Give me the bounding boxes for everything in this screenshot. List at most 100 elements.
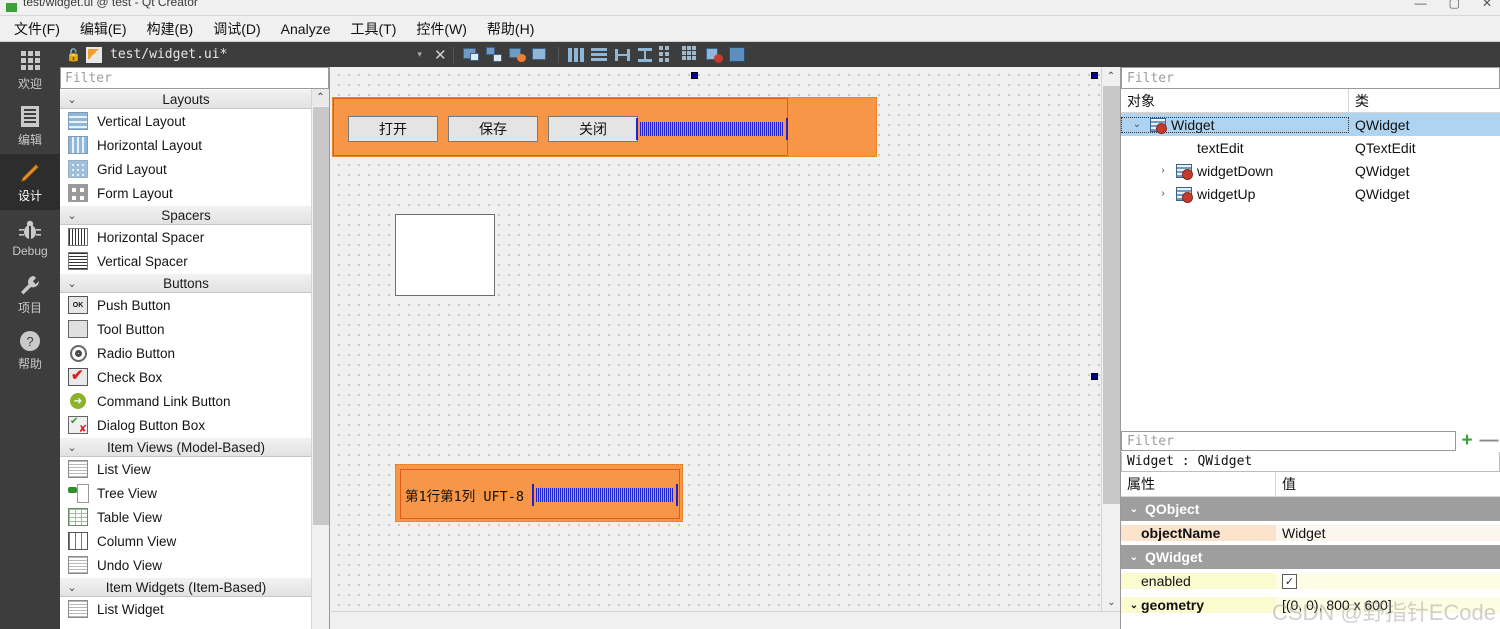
mode-grid[interactable]: 欢迎 [0, 42, 60, 98]
close-document-button[interactable]: ✕ [434, 46, 447, 64]
chevron-down-icon[interactable]: ▾ [417, 49, 422, 60]
widget-item-list-view[interactable]: List View [60, 457, 312, 481]
edit-tab-order-icon[interactable] [531, 46, 550, 64]
chevron-down-icon[interactable]: ⌄ [60, 209, 84, 222]
layout-horizontal-icon[interactable] [567, 46, 586, 64]
menu-analyze[interactable]: Analyze [271, 18, 341, 40]
property-row[interactable]: objectName Widget [1121, 521, 1500, 545]
tree-twisty-icon[interactable]: › [1155, 188, 1171, 199]
property-table-rows[interactable]: ⌄ QObject objectName Widget ⌄ QWidget enabled ✓… [1121, 497, 1500, 617]
object-tree-rows[interactable]: ⌄ Widget QWidget textEdit QTextEdit › widgetDo… [1121, 113, 1500, 205]
widget-item-undo-view[interactable]: Undo View [60, 553, 312, 577]
widget-item-table-view[interactable]: Table View [60, 505, 312, 529]
layout-splitter-vertical-icon[interactable] [636, 46, 655, 64]
widget-up-container[interactable]: 打开 保存 关闭 [332, 97, 877, 157]
canvas-horizontal-scrollbar[interactable] [331, 611, 1120, 629]
property-twisty-icon[interactable]: ⌄ [1127, 504, 1141, 515]
property-group-row[interactable]: ⌄ QWidget [1121, 545, 1500, 569]
minimize-button[interactable]: — [1415, 0, 1427, 10]
adjust-size-icon[interactable] [728, 46, 747, 64]
add-property-button[interactable]: + [1456, 430, 1478, 452]
object-tree-filter-input[interactable]: Filter [1121, 67, 1500, 89]
widget-item-check-box[interactable]: Check Box [60, 365, 312, 389]
scroll-up-icon[interactable]: ⌃ [312, 89, 329, 106]
enabled-checkbox[interactable]: ✓ [1282, 573, 1297, 589]
menu-edit[interactable]: 编辑(E) [70, 16, 137, 42]
layout-form-icon[interactable] [658, 45, 678, 64]
object-tree-row[interactable]: › widgetUp QWidget [1121, 182, 1500, 205]
canvas-scroll-down-icon[interactable]: ⌄ [1102, 593, 1121, 611]
object-tree-row[interactable]: ⌄ Widget QWidget [1121, 113, 1500, 136]
menu-build[interactable]: 构建(B) [137, 16, 204, 42]
property-filter-input[interactable]: Filter [1121, 431, 1456, 451]
edit-signals-icon[interactable] [485, 46, 504, 64]
widget-item-vertical-spacer[interactable]: Vertical Spacer [60, 249, 312, 273]
window-controls[interactable]: — ▢ ✕ [1415, 0, 1492, 10]
chevron-down-icon[interactable]: ⌄ [60, 93, 84, 106]
menu-file[interactable]: 文件(F) [4, 16, 70, 42]
property-row[interactable]: enabled ✓ [1121, 569, 1500, 593]
close-button-form[interactable]: 关闭 [548, 116, 638, 142]
edit-widgets-icon[interactable] [462, 46, 481, 64]
widget-item-command-link-button[interactable]: Command Link Button [60, 389, 312, 413]
text-edit-widget[interactable] [395, 214, 495, 296]
selection-handle-right[interactable] [1091, 373, 1098, 380]
layout-splitter-horizontal-icon[interactable] [613, 46, 632, 64]
widget-category-layouts[interactable]: ⌄ Layouts [60, 89, 312, 109]
widget-item-column-view[interactable]: Column View [60, 529, 312, 553]
widget-box-filter-input[interactable]: Filter [60, 67, 329, 89]
save-button[interactable]: 保存 [448, 116, 538, 142]
mode-wrench[interactable]: 项目 [0, 266, 60, 322]
widget-box-scrollbar[interactable]: ⌃ [311, 89, 329, 629]
menu-debug[interactable]: 调试(D) [203, 16, 270, 42]
form-canvas[interactable]: 打开 保存 关闭 第1行第1列 UFT-8 [331, 67, 1101, 611]
tree-twisty-icon[interactable]: › [1155, 165, 1171, 176]
widget-item-push-button[interactable]: OK Push Button [60, 293, 312, 317]
property-twisty-icon[interactable]: ⌄ [1127, 600, 1141, 611]
remove-property-button[interactable]: — [1478, 430, 1500, 452]
widget-item-tree-view[interactable]: Tree View [60, 481, 312, 505]
property-row[interactable]: ⌄ geometry [(0, 0), 800 x 600] [1121, 593, 1500, 617]
edit-buddies-icon[interactable] [508, 46, 527, 64]
canvas-scrollbar-thumb[interactable] [1103, 86, 1120, 504]
widget-item-radio-button[interactable]: Radio Button [60, 341, 312, 365]
widget-item-horizontal-layout[interactable]: Horizontal Layout [60, 133, 312, 157]
widget-item-grid-layout[interactable]: Grid Layout [60, 157, 312, 181]
menu-window[interactable]: 控件(W) [406, 16, 477, 42]
widget-category-spacers[interactable]: ⌄ Spacers [60, 205, 312, 225]
selection-handle-top-right[interactable] [1091, 72, 1098, 79]
horizontal-spacer-icon[interactable] [636, 118, 788, 140]
layout-vertical-icon[interactable] [590, 46, 609, 64]
tree-twisty-icon[interactable]: ⌄ [1129, 119, 1145, 130]
widget-item-vertical-layout[interactable]: Vertical Layout [60, 109, 312, 133]
chevron-down-icon[interactable]: ⌄ [60, 277, 84, 290]
object-tree-row[interactable]: textEdit QTextEdit [1121, 136, 1500, 159]
mode-bug[interactable]: Debug [0, 210, 60, 266]
canvas-vertical-scrollbar[interactable]: ⌃ ⌄ [1101, 67, 1120, 611]
menu-help[interactable]: 帮助(H) [477, 16, 544, 42]
chevron-down-icon[interactable]: ⌄ [60, 581, 84, 594]
open-file-label[interactable]: test/widget.ui* [110, 47, 227, 62]
widget-category-item-widgets-item-based[interactable]: ⌄ Item Widgets (Item-Based) [60, 577, 312, 597]
menu-tools[interactable]: 工具(T) [340, 16, 406, 42]
chevron-down-icon[interactable]: ⌄ [60, 441, 84, 454]
layout-grid-icon[interactable] [681, 45, 701, 64]
close-button[interactable]: ✕ [1482, 0, 1492, 10]
unlock-icon[interactable]: 🔓 [66, 48, 81, 62]
property-twisty-icon[interactable]: ⌄ [1127, 552, 1141, 563]
mode-question[interactable]: ? 帮助 [0, 322, 60, 378]
widget-category-buttons[interactable]: ⌄ Buttons [60, 273, 312, 293]
widget-item-form-layout[interactable]: Form Layout [60, 181, 312, 205]
object-tree-row[interactable]: › widgetDown QWidget [1121, 159, 1500, 182]
property-value[interactable]: Widget [1282, 525, 1326, 541]
scrollbar-thumb[interactable] [313, 107, 329, 525]
widget-item-horizontal-spacer[interactable]: Horizontal Spacer [60, 225, 312, 249]
widget-down-container[interactable]: 第1行第1列 UFT-8 [395, 464, 683, 522]
property-group-row[interactable]: ⌄ QObject [1121, 497, 1500, 521]
selection-handle-top[interactable] [691, 72, 698, 79]
widget-item-dialog-button-box[interactable]: Dialog Button Box [60, 413, 312, 437]
widget-box-list[interactable]: ⌄ Layouts Vertical Layout Horizontal Layout… [60, 89, 329, 629]
widget-item-tool-button[interactable]: Tool Button [60, 317, 312, 341]
horizontal-spacer-icon-2[interactable] [532, 484, 678, 506]
mode-document[interactable]: 编辑 [0, 98, 60, 154]
